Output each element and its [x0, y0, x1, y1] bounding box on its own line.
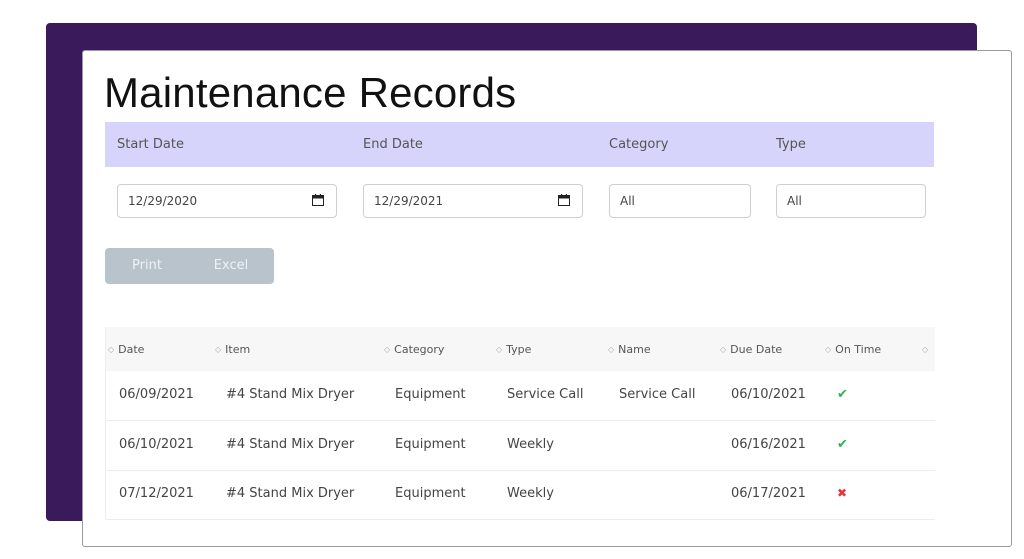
table-row[interactable]: 06/09/2021 #4 Stand Mix Dryer Equipment … [106, 371, 935, 421]
type-value: All [787, 194, 802, 208]
cell-category: Equipment [395, 437, 466, 452]
column-header-item[interactable]: ◇ Item [215, 343, 250, 356]
check-icon: ✔ [837, 437, 848, 452]
cell-item: #4 Stand Mix Dryer [226, 387, 355, 402]
start-date-input[interactable]: 12/29/2020 [117, 184, 337, 218]
category-value: All [620, 194, 635, 208]
category-label: Category [609, 137, 669, 152]
start-date-label: Start Date [117, 137, 184, 152]
sort-icon: ◇ [215, 345, 222, 354]
sort-icon: ◇ [496, 345, 503, 354]
excel-button[interactable]: Excel [189, 248, 273, 284]
cell-type: Weekly [507, 437, 554, 452]
end-date-input[interactable]: 12/29/2021 [363, 184, 583, 218]
column-header-type[interactable]: ◇ Type [496, 343, 531, 356]
sort-icon: ◇ [922, 345, 929, 354]
cell-item: #4 Stand Mix Dryer [226, 486, 355, 501]
table-row[interactable]: 07/12/2021 #4 Stand Mix Dryer Equipment … [106, 470, 935, 520]
sort-icon: ◇ [108, 345, 115, 354]
column-header-extra[interactable]: ◇ [922, 343, 932, 356]
category-select[interactable]: All [609, 184, 751, 218]
sort-icon: ◇ [825, 345, 832, 354]
cell-due-date: 06/16/2021 [731, 437, 806, 452]
cell-date: 06/09/2021 [119, 387, 194, 402]
cell-date: 06/10/2021 [119, 437, 194, 452]
cell-type: Service Call [507, 387, 584, 402]
table-header: ◇ Date ◇ Item ◇ Category ◇ Type ◇ Name ◇ Due D… [106, 327, 935, 371]
column-header-category[interactable]: ◇ Category [384, 343, 444, 356]
print-button[interactable]: Print [105, 248, 189, 284]
end-date-value: 12/29/2021 [374, 194, 444, 208]
check-icon: ✔ [837, 387, 848, 402]
export-button-group: Print Excel [105, 248, 274, 284]
column-header-due-date[interactable]: ◇ Due Date [720, 343, 782, 356]
filter-header: Start Date End Date Category Type [105, 122, 934, 167]
type-select[interactable]: All [776, 184, 926, 218]
calendar-icon[interactable] [312, 194, 324, 206]
records-table: ◇ Date ◇ Item ◇ Category ◇ Type ◇ Name ◇ Due D… [105, 327, 935, 520]
cell-due-date: 06/10/2021 [731, 387, 806, 402]
page-title: Maintenance Records [104, 69, 517, 116]
records-card: Maintenance Records Start Date End Date … [82, 50, 1012, 547]
cell-category: Equipment [395, 486, 466, 501]
column-header-date[interactable]: ◇ Date [108, 343, 144, 356]
cell-type: Weekly [507, 486, 554, 501]
calendar-icon[interactable] [558, 194, 570, 206]
cell-name: Service Call [619, 387, 696, 402]
end-date-label: End Date [363, 137, 423, 152]
cell-item: #4 Stand Mix Dryer [226, 437, 355, 452]
sort-icon: ◇ [608, 345, 615, 354]
type-label: Type [776, 137, 806, 152]
column-header-name[interactable]: ◇ Name [608, 343, 651, 356]
cell-category: Equipment [395, 387, 466, 402]
cell-date: 07/12/2021 [119, 486, 194, 501]
cell-due-date: 06/17/2021 [731, 486, 806, 501]
table-row[interactable]: 06/10/2021 #4 Stand Mix Dryer Equipment … [106, 421, 935, 471]
column-header-on-time[interactable]: ◇ On Time [825, 343, 881, 356]
sort-icon: ◇ [720, 345, 727, 354]
start-date-value: 12/29/2020 [128, 194, 198, 208]
cross-icon: ✖ [837, 486, 848, 500]
sort-icon: ◇ [384, 345, 391, 354]
